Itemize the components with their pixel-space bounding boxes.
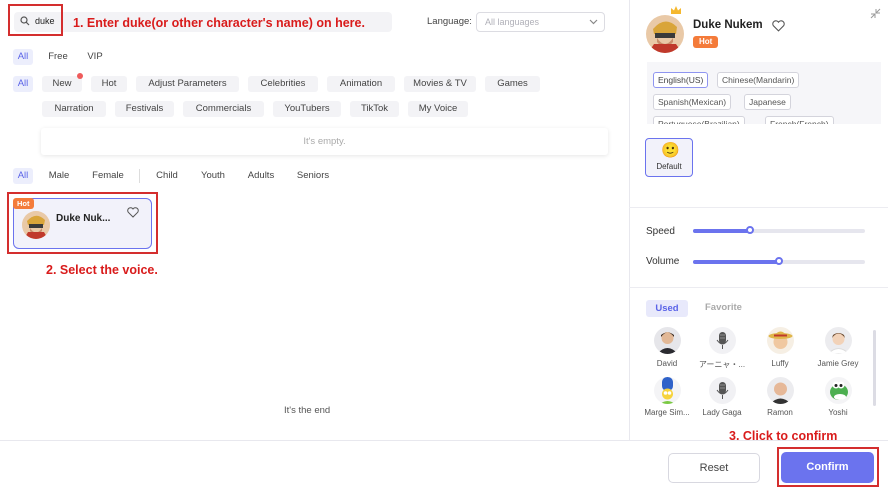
category-narration[interactable]: Narration (42, 101, 106, 117)
price-filter-all[interactable]: All (13, 49, 33, 65)
filter-divider (139, 169, 140, 183)
gender-filter-male[interactable]: Male (44, 168, 74, 184)
category-youtubers[interactable]: YouTubers (273, 101, 341, 117)
price-filter-vip[interactable]: VIP (83, 49, 107, 65)
volume-label: Volume (646, 256, 680, 267)
category-animation[interactable]: Animation (327, 76, 395, 92)
category-adjust-parameters[interactable]: Adjust Parameters (136, 76, 239, 92)
reset-button[interactable]: Reset (668, 453, 760, 483)
price-filter-free[interactable]: Free (44, 49, 72, 65)
gender-filter-all[interactable]: All (13, 168, 33, 184)
favorite-heart-icon[interactable] (772, 20, 785, 32)
used-voice-name: David (656, 359, 678, 368)
step1-annotation: 1. Enter duke(or other character's name)… (73, 16, 365, 30)
category-commercials[interactable]: Commercials (183, 101, 264, 117)
voice-browser-panel: duke 1. Enter duke(or other character's … (0, 0, 628, 440)
chevron-down-icon (589, 19, 598, 25)
language-option-portuguese[interactable]: Portuguese(Brazilian) (653, 116, 745, 124)
used-voice-jamie-grey-avatar[interactable] (825, 327, 852, 354)
volume-slider-fill (693, 260, 779, 264)
language-option-english-us[interactable]: English(US) (653, 72, 709, 88)
category-tiktok[interactable]: TikTok (350, 101, 399, 117)
used-voice-name: Yoshi (828, 408, 848, 417)
used-voice-marge-avatar[interactable] (654, 377, 681, 404)
used-voice-david-avatar[interactable] (654, 327, 681, 354)
age-filter-adults[interactable]: Adults (242, 168, 280, 184)
section-divider (629, 207, 888, 208)
category-movies-tv[interactable]: Movies & TV (404, 76, 476, 92)
smile-emoji-icon: 🙂 (661, 141, 680, 159)
used-voice-name: Jamie Grey (817, 359, 859, 368)
category-hot[interactable]: Hot (91, 76, 127, 92)
language-select[interactable]: All languages (476, 12, 605, 32)
crown-icon (671, 6, 681, 14)
tab-used[interactable]: Used (646, 300, 688, 317)
language-select-value: All languages (485, 17, 540, 27)
empty-subcategory-box: It's empty. (41, 128, 608, 155)
age-filter-youth[interactable]: Youth (196, 168, 230, 184)
category-festivals[interactable]: Festivals (115, 101, 174, 117)
used-voice-luffy-avatar[interactable] (767, 327, 794, 354)
category-all[interactable]: All (13, 76, 33, 92)
used-voice-yoshi-avatar[interactable] (825, 377, 852, 404)
end-of-list-text: It's the end (284, 405, 331, 416)
speed-slider-fill (693, 229, 750, 233)
language-options: English(US) Chinese(Mandarin) Spanish(Me… (647, 62, 881, 124)
category-my-voice[interactable]: My Voice (408, 101, 468, 117)
language-option-spanish-mexican[interactable]: Spanish(Mexican) (653, 94, 732, 110)
step3-annotation: 3. Click to confirm (729, 429, 838, 443)
used-voice-name: Ramon (767, 408, 793, 417)
speed-label: Speed (646, 226, 675, 237)
used-voice-name: アーニャ・... (698, 360, 746, 369)
detail-avatar (646, 15, 684, 53)
confirm-highlight-box (777, 447, 879, 487)
detail-voice-name: Duke Nukem (693, 19, 763, 31)
card-highlight-box (7, 192, 158, 254)
age-filter-child[interactable]: Child (150, 168, 184, 184)
volume-slider-thumb[interactable] (775, 257, 783, 265)
category-new[interactable]: New (42, 76, 82, 92)
collapse-icon[interactable] (870, 8, 881, 19)
category-games[interactable]: Games (485, 76, 540, 92)
gender-filter-female[interactable]: Female (86, 168, 130, 184)
search-highlight-box (8, 4, 63, 36)
used-voice-name: Luffy (771, 359, 789, 368)
used-voice-2-avatar[interactable] (709, 327, 736, 354)
used-voice-name: Lady Gaga (702, 408, 742, 417)
speed-slider-thumb[interactable] (745, 226, 754, 234)
age-filter-seniors[interactable]: Seniors (292, 168, 334, 184)
speed-slider[interactable] (693, 226, 865, 234)
volume-slider[interactable] (693, 257, 865, 265)
used-voice-name: Marge Sim... (644, 408, 690, 417)
detail-hot-badge: Hot (693, 36, 719, 48)
used-voice-lady-gaga-avatar[interactable] (709, 377, 736, 404)
section-divider (629, 287, 888, 288)
tab-favorite[interactable]: Favorite (705, 302, 742, 313)
style-default[interactable]: 🙂 Default (645, 138, 693, 177)
used-voices-scrollbar[interactable] (873, 330, 876, 406)
language-option-french[interactable]: French(French) (765, 116, 834, 124)
language-label: Language: (427, 16, 472, 27)
style-label: Default (656, 162, 682, 171)
language-option-japanese[interactable]: Japanese (744, 94, 791, 110)
new-indicator-dot (77, 73, 83, 79)
category-celebrities[interactable]: Celebrities (248, 76, 318, 92)
language-option-chinese-mandarin[interactable]: Chinese(Mandarin) (717, 72, 800, 88)
step2-annotation: 2. Select the voice. (46, 263, 158, 277)
used-voice-ramon-avatar[interactable] (767, 377, 794, 404)
